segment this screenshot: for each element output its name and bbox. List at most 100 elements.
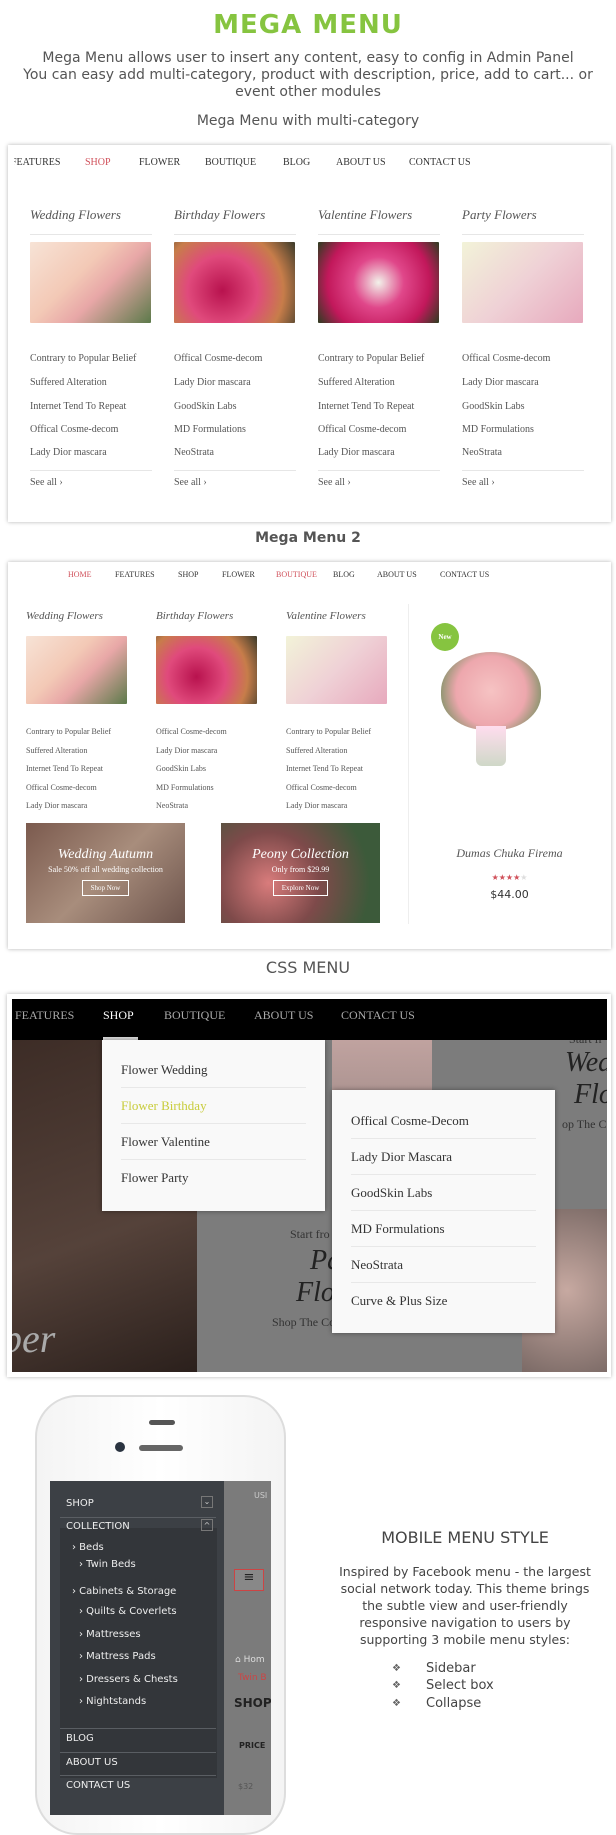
column-title[interactable]: Birthday Flowers [156, 610, 233, 622]
nav-boutique[interactable]: BOUTIQUE [276, 570, 317, 579]
category-image[interactable] [286, 636, 387, 704]
submenu-item[interactable]: GoodSkin Labs [351, 1175, 536, 1211]
menu-link[interactable]: Contrary to Popular Belief [30, 353, 136, 364]
hero-link[interactable]: op The C [562, 1117, 606, 1132]
column-title[interactable]: Valentine Flowers [286, 610, 366, 622]
menu-link[interactable]: Internet Tend To Repeat [286, 764, 363, 773]
menu-link[interactable]: Contrary to Popular Belief [286, 727, 371, 736]
menu-link[interactable]: Suffered Alteration [286, 746, 347, 755]
product-image[interactable] [436, 652, 546, 782]
nav-features[interactable]: FEATURES [14, 157, 60, 168]
menu-link[interactable]: GoodSkin Labs [174, 401, 237, 412]
nav-shop[interactable]: SHOP [103, 1008, 134, 1023]
nav-boutique[interactable]: BOUTIQUE [205, 157, 256, 168]
submenu-item[interactable]: NeoStrata [351, 1247, 536, 1283]
submenu-item[interactable]: Lady Dior Mascara [351, 1139, 536, 1175]
nav-features[interactable]: FEATURES [15, 1008, 74, 1023]
menu-link[interactable]: Offical Cosme-decom [174, 353, 262, 364]
submenu-item[interactable]: › Mattress Pads [79, 1651, 156, 1662]
menu-item[interactable]: BLOG [66, 1733, 94, 1744]
chevron-up-icon[interactable]: ^ [201, 1519, 213, 1531]
nav-contact-us[interactable]: CONTACT US [341, 1008, 415, 1023]
menu-link[interactable]: NeoStrata [174, 447, 214, 458]
menu-link[interactable]: GoodSkin Labs [156, 764, 206, 773]
shop-now-button[interactable]: Shop Now [81, 880, 130, 896]
nav-shop[interactable]: SHOP [178, 570, 198, 579]
menu-link[interactable]: Offical Cosme-decom [30, 424, 118, 435]
column-title[interactable]: Wedding Flowers [26, 610, 103, 622]
nav-boutique[interactable]: BOUTIQUE [164, 1008, 225, 1023]
nav-blog[interactable]: BLOG [283, 157, 310, 168]
nav-about-us[interactable]: ABOUT US [336, 157, 386, 168]
submenu-item[interactable]: › Quilts & Coverlets [79, 1606, 177, 1617]
menu-link[interactable]: Lady Dior mascara [286, 801, 347, 810]
menu-link[interactable]: Suffered Alteration [30, 377, 107, 388]
submenu-item[interactable]: › Mattresses [79, 1629, 141, 1640]
menu-link[interactable]: Internet Tend To Repeat [318, 401, 414, 412]
nav-features[interactable]: FEATURES [115, 570, 155, 579]
nav-flower[interactable]: FLOWER [139, 157, 180, 168]
menu-link[interactable]: Offical Cosme-decom [26, 783, 97, 792]
dropdown-item[interactable]: Flower Party [121, 1160, 306, 1196]
nav-shop[interactable]: SHOP [85, 157, 111, 168]
menu-link[interactable]: NeoStrata [462, 447, 502, 458]
menu-link[interactable]: Lady Dior mascara [26, 801, 87, 810]
nav-about-us[interactable]: ABOUT US [254, 1008, 313, 1023]
category-image[interactable] [318, 242, 439, 323]
menu-link[interactable]: Offical Cosme-decom [286, 783, 357, 792]
submenu-item[interactable]: Curve & Plus Size [351, 1283, 536, 1319]
menu-link[interactable]: Internet Tend To Repeat [26, 764, 103, 773]
menu-link[interactable]: Offical Cosme-decom [318, 424, 406, 435]
dropdown-item[interactable]: Flower Valentine [121, 1124, 306, 1160]
menu-link[interactable]: MD Formulations [156, 783, 214, 792]
menu-link[interactable]: Offical Cosme-decom [156, 727, 227, 736]
menu-link[interactable]: Contrary to Popular Belief [26, 727, 111, 736]
nav-home[interactable]: HOME [68, 570, 92, 579]
column-title[interactable]: Birthday Flowers [174, 207, 265, 223]
menu-collection[interactable]: COLLECTION [66, 1521, 130, 1532]
menu-link[interactable]: GoodSkin Labs [462, 401, 525, 412]
menu-link[interactable]: Offical Cosme-decom [462, 353, 550, 364]
menu-link[interactable]: Suffered Alteration [318, 377, 395, 388]
menu-link[interactable]: Lady Dior mascara [462, 377, 539, 388]
menu-link[interactable]: MD Formulations [462, 424, 534, 435]
menu-link[interactable]: Lady Dior mascara [318, 447, 395, 458]
menu-item[interactable]: CONTACT US [66, 1780, 130, 1791]
hamburger-menu-icon[interactable]: ≡ [234, 1569, 264, 1591]
nav-blog[interactable]: BLOG [333, 570, 355, 579]
dropdown-item[interactable]: Flower Birthday [121, 1088, 306, 1124]
chevron-down-icon[interactable]: ⌄ [201, 1496, 213, 1508]
breadcrumb-home[interactable]: ⌂ Hom [235, 1655, 265, 1665]
menu-link[interactable]: MD Formulations [174, 424, 246, 435]
dropdown-item[interactable]: Flower Wedding [121, 1052, 306, 1088]
submenu-item[interactable]: › Beds [72, 1542, 104, 1553]
menu-link[interactable]: Lady Dior mascara [156, 746, 217, 755]
menu-link[interactable]: Lady Dior mascara [174, 377, 251, 388]
submenu-item[interactable]: › Cabinets & Storage [72, 1586, 176, 1597]
category-image[interactable] [156, 636, 257, 704]
menu-link[interactable]: NeoStrata [156, 801, 188, 810]
menu-link[interactable]: Contrary to Popular Belief [318, 353, 424, 364]
submenu-item[interactable]: › Dressers & Chests [79, 1674, 178, 1685]
menu-link[interactable]: Lady Dior mascara [30, 447, 107, 458]
submenu-item[interactable]: MD Formulations [351, 1211, 536, 1247]
column-title[interactable]: Party Flowers [462, 207, 537, 223]
menu-item[interactable]: ABOUT US [66, 1757, 118, 1768]
submenu-item[interactable]: › Twin Beds [79, 1559, 136, 1570]
submenu-item[interactable]: › Nightstands [79, 1696, 146, 1707]
submenu-item[interactable]: Offical Cosme-Decom [351, 1103, 536, 1139]
menu-shop[interactable]: SHOP [66, 1498, 94, 1509]
see-all-link[interactable]: See all › [30, 477, 63, 488]
column-title[interactable]: Valentine Flowers [318, 207, 412, 223]
menu-link[interactable]: Internet Tend To Repeat [30, 401, 126, 412]
nav-contact-us[interactable]: CONTACT US [440, 570, 489, 579]
nav-flower[interactable]: FLOWER [222, 570, 255, 579]
see-all-link[interactable]: See all › [318, 477, 351, 488]
banner-wedding-autumn[interactable]: Wedding Autumn Sale 50% off all wedding … [26, 823, 185, 923]
see-all-link[interactable]: See all › [462, 477, 495, 488]
category-image[interactable] [26, 636, 127, 704]
category-image[interactable] [462, 242, 583, 323]
nav-about-us[interactable]: ABOUT US [377, 570, 417, 579]
menu-link[interactable]: Suffered Alteration [26, 746, 87, 755]
category-image[interactable] [30, 242, 151, 323]
